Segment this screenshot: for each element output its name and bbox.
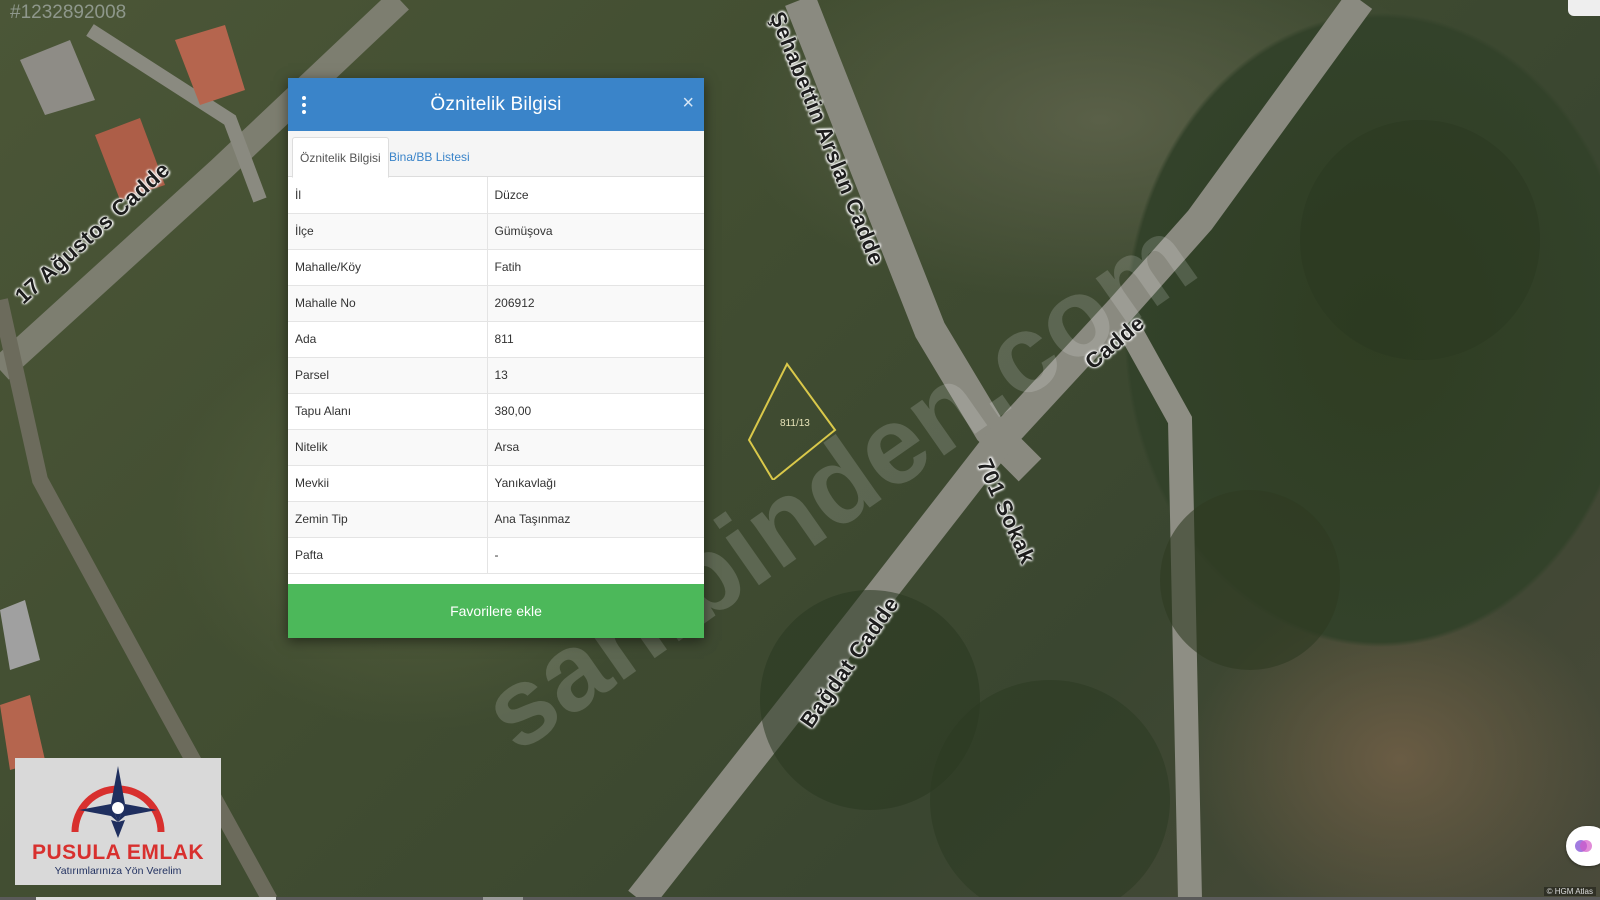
parcel-label: 811/13 [780,418,810,429]
row-label: Zemin Tip [288,501,488,538]
row-value: Gümüşova [487,213,704,250]
map-attribution: © HGM Atlas [1543,887,1596,896]
row-value: Ana Taşınmaz [487,501,704,538]
row-label: Ada [288,321,488,358]
row-label: Parsel [288,357,488,394]
table-row: Mahalle/Köy Fatih [288,249,704,286]
dialog-header: Öznitelik Bilgisi × [288,78,704,131]
row-value: Arsa [487,429,704,466]
row-label: İlçe [288,213,488,250]
floating-action-button[interactable] [1566,826,1600,866]
row-value: Düzce [487,177,704,214]
row-value: 206912 [487,285,704,322]
close-icon[interactable]: × [682,93,694,113]
company-logo: PUSULA EMLAK Yatırımlarınıza Yön Verelim [15,758,221,885]
table-row: İlçe Gümüşova [288,213,704,250]
table-row: Ada 811 [288,321,704,358]
row-label: İl [288,177,488,214]
table-row: Zemin Tip Ana Taşınmaz [288,501,704,538]
row-label: Mahalle/Köy [288,249,488,286]
tab-building-list[interactable]: Bina/BB Listesi [382,137,477,176]
row-value: 13 [487,357,704,394]
row-label: Pafta [288,537,488,574]
row-label: Mahalle No [288,285,488,322]
row-value: 811 [487,321,704,358]
row-label: Nitelik [288,429,488,466]
table-row: Mahalle No 206912 [288,285,704,322]
row-value: - [487,537,704,574]
table-row: Tapu Alanı 380,00 [288,393,704,430]
row-value: Yanıkavlağı [487,465,704,502]
table-row: İl Düzce [288,177,704,214]
listing-id: #1232892008 [10,2,127,23]
row-value: 380,00 [487,393,704,430]
tab-attribute-info[interactable]: Öznitelik Bilgisi [292,137,389,178]
table-row: Parsel 13 [288,357,704,394]
layers-icon [1575,840,1592,852]
table-row: Nitelik Arsa [288,429,704,466]
table-row: Pafta - [288,537,704,574]
logo-slogan: Yatırımlarınıza Yön Verelim [54,865,182,877]
dialog-title: Öznitelik Bilgisi [430,94,562,115]
corner-button[interactable] [1568,0,1600,16]
attribute-table: İl Düzce İlçe Gümüşova Mahalle/Köy Fatih Ma… [288,177,704,574]
logo-name: PUSULA EMLAK [31,841,205,864]
row-value: Fatih [487,249,704,286]
row-label: Tapu Alanı [288,393,488,430]
add-to-favorites-button[interactable]: Favorilere ekle [288,584,704,638]
table-row: Mevkii Yanıkavlağı [288,465,704,502]
row-label: Mevkii [288,465,488,502]
tab-bar: Öznitelik Bilgisi Bina/BB Listesi [288,131,704,178]
attribute-info-dialog: Öznitelik Bilgisi × Öznitelik Bilgisi Bi… [288,78,704,638]
compass-logo-icon [71,766,165,838]
